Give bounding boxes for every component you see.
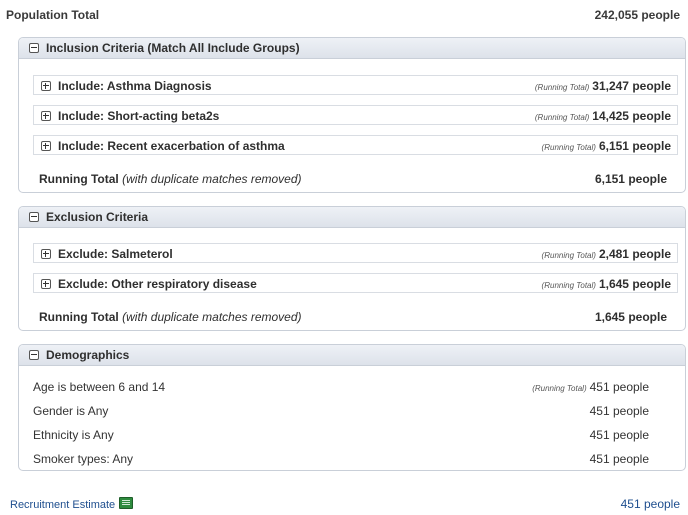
running-total-prefix: (Running Total) [534, 113, 590, 122]
include-total: 14,425 people [592, 109, 671, 123]
demographics-title: Demographics [46, 348, 130, 362]
exclude-total: 2,481 people [598, 247, 671, 261]
demographics-value-gender: 451 people [589, 404, 649, 418]
exclusion-criteria-header[interactable]: Exclusion Criteria [19, 207, 685, 228]
running-total-prefix: (Running Total) [532, 384, 587, 393]
excel-export-icon[interactable] [119, 497, 134, 509]
include-label: Include: Asthma Diagnosis [58, 79, 212, 93]
inclusion-running-total-value: 6,151 people [594, 172, 667, 186]
collapse-icon[interactable] [29, 212, 39, 222]
inclusion-running-total: Running Total (with duplicate matches re… [39, 172, 302, 186]
running-total-note: (with duplicate matches removed) [122, 172, 302, 186]
demographics-panel: Demographics Age is between 6 and 14 (Ru… [18, 344, 686, 471]
recruitment-estimate-link[interactable]: Recruitment Estimate [10, 497, 134, 511]
inclusion-criteria-title: Inclusion Criteria (Match All Include Gr… [46, 41, 300, 55]
population-total-value: 242,055 people [594, 8, 680, 22]
demographics-value-ethnicity: 451 people [589, 428, 649, 442]
expand-icon[interactable] [41, 111, 51, 121]
demographics-value-age: (Running Total) 451 people [532, 380, 649, 394]
expand-icon[interactable] [41, 141, 51, 151]
running-total-prefix: (Running Total) [541, 251, 596, 260]
exclusion-running-total-value: 1,645 people [594, 310, 667, 324]
include-total: 6,151 people [598, 139, 671, 153]
demographics-row-age: Age is between 6 and 14 [33, 380, 166, 394]
expand-icon[interactable] [41, 249, 51, 259]
collapse-icon[interactable] [29, 350, 39, 360]
exclude-total: 1,645 people [598, 277, 671, 291]
exclude-row-salmeterol[interactable]: Exclude: Salmeterol (Running Total) 2,481… [33, 243, 678, 263]
exclude-label: Exclude: Salmeterol [58, 247, 173, 261]
include-label: Include: Recent exacerbation of asthma [58, 139, 285, 153]
running-total-label: Running Total [39, 172, 119, 186]
running-total-label: Running Total [39, 310, 119, 324]
collapse-icon[interactable] [29, 43, 39, 53]
inclusion-criteria-header[interactable]: Inclusion Criteria (Match All Include Gr… [19, 38, 685, 59]
demographics-row-gender: Gender is Any [33, 404, 109, 418]
include-total: 31,247 people [592, 79, 671, 93]
demographics-count: 451 people [589, 380, 649, 394]
include-row-short-acting-beta2s[interactable]: Include: Short-acting beta2s (Running To… [33, 105, 678, 125]
expand-icon[interactable] [41, 279, 51, 289]
include-label: Include: Short-acting beta2s [58, 109, 220, 123]
exclude-label: Exclude: Other respiratory disease [58, 277, 257, 291]
exclude-row-other-respiratory[interactable]: Exclude: Other respiratory disease (Runn… [33, 273, 678, 293]
demographics-value-smoker: 451 people [589, 452, 649, 466]
expand-icon[interactable] [41, 81, 51, 91]
exclusion-criteria-title: Exclusion Criteria [46, 210, 149, 224]
inclusion-criteria-panel: Inclusion Criteria (Match All Include Gr… [18, 37, 686, 193]
demographics-row-ethnicity: Ethnicity is Any [33, 428, 114, 442]
demographics-header[interactable]: Demographics [19, 345, 685, 366]
running-total-prefix: (Running Total) [541, 143, 596, 152]
recruitment-estimate-value: 451 people [620, 497, 680, 511]
include-row-recent-exacerbation[interactable]: Include: Recent exacerbation of asthma (… [33, 135, 678, 155]
recruitment-estimate-label: Recruitment Estimate [10, 499, 116, 511]
exclusion-criteria-panel: Exclusion Criteria Exclude: Salmeterol (… [18, 206, 686, 331]
exclusion-running-total: Running Total (with duplicate matches re… [39, 310, 302, 324]
running-total-prefix: (Running Total) [534, 83, 590, 92]
demographics-row-smoker: Smoker types: Any [33, 452, 134, 466]
population-total-label: Population Total [6, 8, 100, 22]
include-row-asthma-diagnosis[interactable]: Include: Asthma Diagnosis (Running Total… [33, 75, 678, 95]
running-total-note: (with duplicate matches removed) [122, 310, 302, 324]
running-total-prefix: (Running Total) [541, 281, 596, 290]
